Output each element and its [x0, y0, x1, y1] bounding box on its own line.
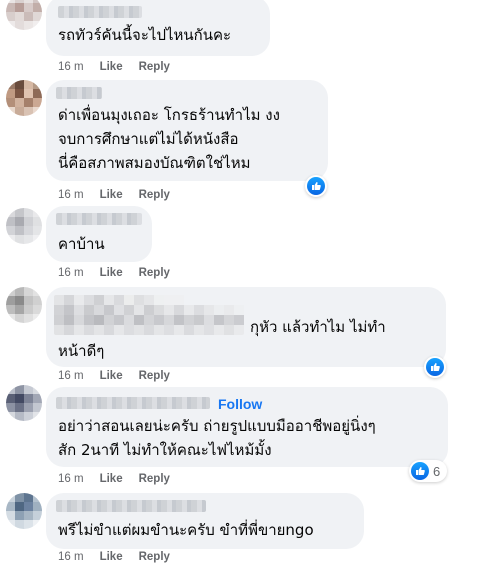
comment-bubble: กุหัว แล้วทำไม ไม่ทำ หน้าดีๆ	[46, 287, 446, 367]
like-button[interactable]: Like	[100, 189, 123, 201]
avatar[interactable]	[6, 0, 42, 30]
reply-button[interactable]: Reply	[139, 189, 170, 201]
like-icon	[411, 462, 429, 480]
like-button[interactable]: Like	[100, 473, 123, 485]
avatar[interactable]	[6, 385, 42, 421]
avatar[interactable]	[6, 80, 42, 116]
comment-text-line: จบการศึกษาแต่ไม่ได้หนังสือ	[58, 130, 239, 148]
timestamp: 16 m	[58, 61, 84, 73]
reaction-count: 6	[433, 463, 441, 479]
comment-text-line: นี่คือสภาพสมองบัณฑิตใช่ไหม	[58, 154, 251, 172]
like-button[interactable]: Like	[100, 370, 123, 382]
comment-meta: 16 m Like Reply	[58, 189, 186, 201]
like-button[interactable]: Like	[100, 267, 123, 279]
like-icon	[426, 358, 444, 376]
comment-meta: 16 m Like Reply	[58, 473, 186, 485]
commenter-name[interactable]	[56, 87, 102, 99]
reply-button[interactable]: Reply	[139, 370, 170, 382]
timestamp: 16 m	[58, 189, 84, 201]
follow-button[interactable]: Follow	[218, 396, 262, 412]
comment-bubble: พรีไม่ขำแต่ผมขำนะครับ ขำที่พี่ขายngo	[46, 493, 364, 549]
comment-bubble: คาบ้าน	[46, 206, 152, 262]
reaction-badge[interactable]	[305, 175, 327, 197]
timestamp: 16 m	[58, 267, 84, 279]
like-button[interactable]: Like	[100, 61, 123, 73]
comment-text-line: สัก 2นาที ไม่ทำให้คณะไฟไหม้มั้ง	[58, 441, 272, 459]
reply-button[interactable]: Reply	[139, 551, 170, 563]
comment-meta: 16 m Like Reply	[58, 267, 186, 279]
avatar[interactable]	[6, 287, 42, 323]
reply-button[interactable]: Reply	[139, 61, 170, 73]
comment-text-line: อย่าว่าสอนเลยน่ะครับ ถ่ายรูปแบบมืออาชีพอ…	[58, 417, 376, 435]
reply-button[interactable]: Reply	[139, 473, 170, 485]
redacted-name-image	[54, 295, 244, 335]
avatar[interactable]	[6, 208, 42, 244]
comment-meta: 16 m Like Reply	[58, 370, 186, 382]
comment-bubble: Follow อย่าว่าสอนเลยน่ะครับ ถ่ายรูปแบบมื…	[46, 387, 448, 467]
avatar[interactable]	[6, 493, 42, 529]
comment-text: พรีไม่ขำแต่ผมขำนะครับ ขำที่พี่ขายngo	[58, 521, 314, 539]
comment-text-line: กุหัว แล้วทำไม ไม่ทำ	[250, 318, 386, 336]
comment-meta: 16 m Like Reply	[58, 551, 186, 563]
commenter-name[interactable]	[58, 6, 142, 18]
commenter-name[interactable]	[56, 500, 206, 512]
commenter-name[interactable]	[56, 213, 142, 225]
like-icon	[307, 177, 325, 195]
timestamp: 16 m	[58, 551, 84, 563]
comment-text-line: หน้าดีๆ	[58, 342, 105, 360]
comment-bubble: รถทัวร์คันนี้จะไปไหนกันคะ	[46, 0, 270, 56]
comment-text: คาบ้าน	[58, 235, 105, 253]
reply-button[interactable]: Reply	[139, 267, 170, 279]
commenter-name[interactable]	[56, 397, 210, 409]
comment-text: รถทัวร์คันนี้จะไปไหนกันคะ	[58, 26, 232, 44]
timestamp: 16 m	[58, 370, 84, 382]
comment-text-line: ด่าเพื่อนมุงเถอะ โกรธร้านทำไม งง	[58, 106, 280, 124]
timestamp: 16 m	[58, 473, 84, 485]
comment-meta: 16 m Like Reply	[58, 61, 186, 73]
like-button[interactable]: Like	[100, 551, 123, 563]
comment-bubble: ด่าเพื่อนมุงเถอะ โกรธร้านทำไม งง จบการศึ…	[46, 80, 328, 181]
reaction-badge[interactable]	[424, 356, 446, 378]
reaction-badge[interactable]: 6	[409, 460, 448, 482]
